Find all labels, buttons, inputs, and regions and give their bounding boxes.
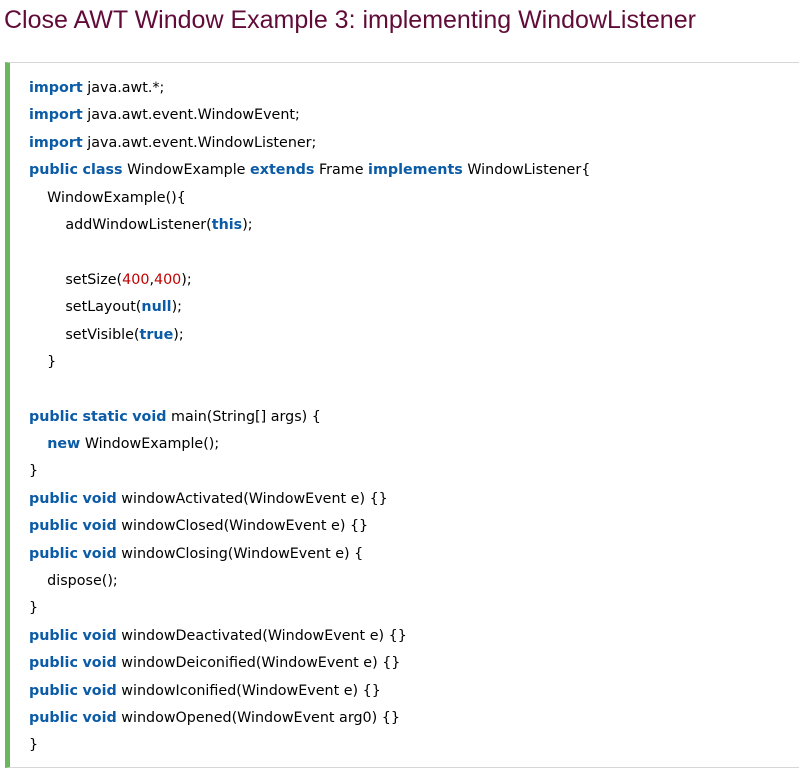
code-keyword: public [29,408,78,425]
code-text: WindowExample(); [80,436,220,453]
code-line: import java.awt.*; [29,75,799,102]
code-text: windowIconified(WindowEvent e) {} [116,682,381,699]
code-text: setLayout( [29,299,142,316]
code-text: Frame [314,162,369,179]
code-text: windowActivated(WindowEvent e) {} [116,490,388,507]
code-keyword: true [139,326,174,343]
page-title: Close AWT Window Example 3: implementing… [4,6,696,34]
code-keyword: import [29,107,83,124]
code-line: public void windowClosing(WindowEvent e)… [29,541,799,568]
code-keyword: void [82,655,117,672]
code-line: } [29,458,799,485]
code-text: windowClosing(WindowEvent e) { [116,545,364,562]
code-text: windowDeiconified(WindowEvent e) {} [116,655,401,672]
code-line: public static void main(String[] args) { [29,404,799,431]
code-keyword: void [82,627,117,644]
code-keyword: void [82,518,117,535]
code-keyword: import [29,134,83,151]
code-text: java.awt.event.WindowEvent; [82,107,300,124]
code-text: windowDeactivated(WindowEvent e) {} [116,627,407,644]
code-keyword: public [29,545,78,562]
code-keyword: null [141,299,172,316]
code-keyword: public [29,490,78,507]
code-text: } [29,600,39,617]
code-keyword: public [29,682,78,699]
code-keyword: public [29,518,78,535]
code-keyword: public [29,709,78,726]
code-text: ); [171,299,182,316]
code-text: java.awt.event.WindowListener; [82,134,317,151]
code-line: import java.awt.event.WindowListener; [29,130,799,157]
code-line: WindowExample(){ [29,185,799,212]
code-text: } [29,737,39,754]
code-text: } [29,463,39,480]
code-line: public void windowClosed(WindowEvent e) … [29,513,799,540]
code-line: public void windowDeiconified(WindowEven… [29,650,799,677]
code-number: 400 [153,271,182,288]
code-text: addWindowListener( [29,216,212,233]
code-text: main(String[] args) { [166,408,321,425]
code-text: ); [173,326,184,343]
code-lines: import java.awt.*; import java.awt.event.… [29,75,799,760]
code-text: ); [242,216,253,233]
code-keyword: void [82,682,117,699]
code-keyword: class [82,162,123,179]
code-line: setVisible(true); [29,322,799,349]
code-keyword: static [82,408,128,425]
code-text: } [29,353,57,370]
code-line: } [29,349,799,376]
code-keyword: void [132,408,167,425]
code-text: setSize( [29,271,123,288]
code-keyword: void [82,545,117,562]
code-text: setVisible( [29,326,140,343]
code-keyword: public [29,655,78,672]
code-line: setSize(400,400); [29,267,799,294]
code-line: } [29,595,799,622]
code-text: WindowExample(){ [29,189,186,206]
code-text: ); [181,271,192,288]
code-line: new WindowExample(); [29,431,799,458]
code-line: public void windowActivated(WindowEvent … [29,486,799,513]
code-keyword: new [47,436,81,453]
code-keyword: public [29,162,78,179]
code-line: } [29,732,799,759]
code-text: dispose(); [29,573,118,590]
code-text: windowClosed(WindowEvent e) {} [116,518,369,535]
code-text: windowOpened(WindowEvent arg0) {} [116,709,400,726]
code-keyword: void [82,490,117,507]
code-line: public void windowDeactivated(WindowEven… [29,623,799,650]
code-line: public class WindowExample extends Frame… [29,157,799,184]
code-keyword: import [29,80,83,96]
code-keyword: extends [250,162,315,179]
code-line: public void windowIconified(WindowEvent … [29,678,799,705]
code-text: WindowExample [122,162,251,179]
code-text: WindowListener{ [462,162,591,179]
code-text: java.awt.*; [82,80,165,96]
code-line: setLayout(null); [29,294,799,321]
code-number: 400 [122,271,150,288]
code-keyword: this [211,216,243,233]
code-keyword: void [82,709,117,726]
code-line: addWindowListener(this); [29,212,799,239]
code-block: import java.awt.*; import java.awt.event.… [5,62,799,768]
code-keyword: public [29,627,78,644]
code-line: dispose(); [29,568,799,595]
code-keyword: implements [368,162,463,179]
code-line: import java.awt.event.WindowEvent; [29,102,799,129]
code-line: public void windowOpened(WindowEvent arg… [29,705,799,732]
